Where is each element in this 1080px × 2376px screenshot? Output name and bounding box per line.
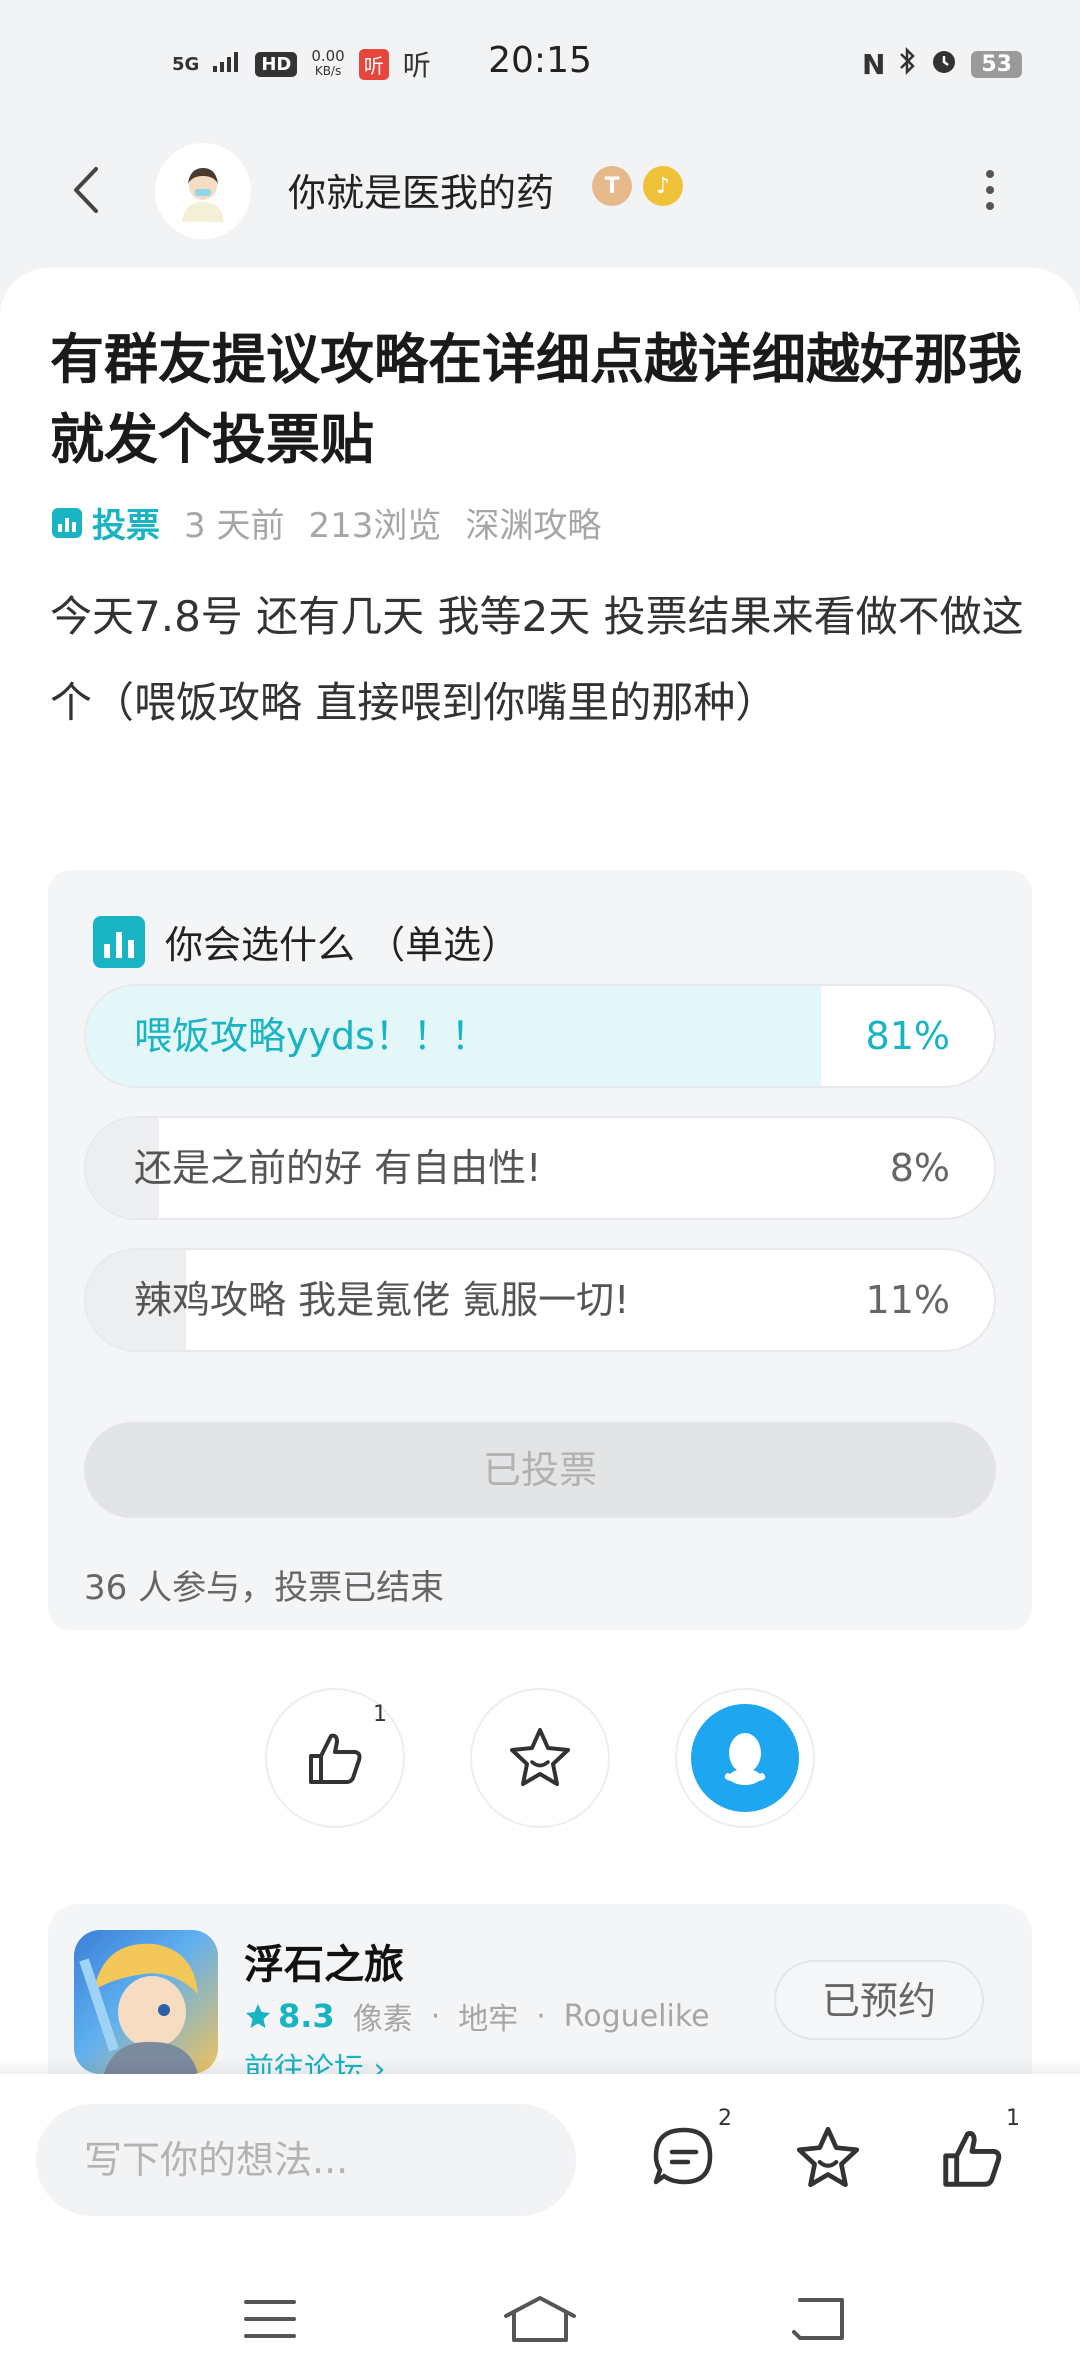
star-icon <box>796 2126 860 2188</box>
post-meta: 投票 3 天前 213浏览 深渊攻略 <box>52 498 601 547</box>
nav-back-button[interactable] <box>780 2284 860 2354</box>
poll-option[interactable]: 辣鸡攻略 我是氪佬 氪服一切! 11% <box>84 1248 996 1352</box>
poll-option[interactable]: 喂饭攻略yyds！！！ 81% <box>84 984 996 1088</box>
share-qq-button[interactable] <box>675 1688 815 1828</box>
vote-tag-label: 投票 <box>92 506 160 546</box>
game-tag: 地牢 <box>458 2002 519 2037</box>
comment-button[interactable]: 2 <box>644 2106 732 2198</box>
vote-tag[interactable]: 投票 <box>52 498 160 547</box>
poll-option-percent: 8% <box>889 1146 950 1190</box>
poll-card: 你会选什么 （单选） 喂饭攻略yyds！！！ 81% 还是之前的好 有自由性! … <box>48 870 1032 1630</box>
thumbs-up-icon <box>943 2131 1002 2187</box>
favorite-button[interactable] <box>470 1688 610 1828</box>
post-header: 你就是医我的药 T ♪ <box>0 140 1080 240</box>
medal-badge-icon: ♪ <box>643 166 683 206</box>
back-icon <box>792 2298 844 2340</box>
poll-tag-icon <box>52 507 82 538</box>
nav-menu-button[interactable] <box>230 2284 310 2354</box>
thumbs-up-icon <box>309 1733 362 1784</box>
game-name: 浮石之旅 <box>244 1942 404 1988</box>
bluetooth-icon <box>897 46 917 83</box>
menu-icon <box>244 2300 296 2338</box>
poll-option-percent: 81% <box>865 1014 950 1058</box>
bottom-bar-shadow <box>0 2058 1080 2074</box>
author-name[interactable]: 你就是医我的药 <box>288 162 554 217</box>
poll-option-label: 辣鸡攻略 我是氪佬 氪服一切! <box>134 1278 630 1322</box>
like-button-bottom[interactable]: 1 <box>932 2106 1020 2198</box>
star-icon <box>510 1728 570 1786</box>
nfc-icon: N <box>861 48 886 81</box>
poll-chart-icon <box>93 915 145 968</box>
post-title: 有群友提议攻略在详细点越详细越好那我就发个投票贴 <box>50 328 1022 471</box>
author-avatar[interactable] <box>155 143 251 239</box>
post-views: 213浏览 <box>308 506 442 546</box>
more-dot <box>986 170 994 178</box>
comment-icon <box>653 2127 713 2185</box>
post-body: 今天7.8号 还有几天 我等2天 投票结果来看做不做这个（喂饭攻略 直接喂到你嘴… <box>50 592 1024 727</box>
reserve-button[interactable]: 已预约 <box>774 1960 984 2040</box>
status-right: N 53 <box>862 46 1022 83</box>
comment-input[interactable]: 写下你的想法... <box>36 2104 576 2216</box>
more-dot <box>986 202 994 210</box>
battery-indicator: 53 <box>971 51 1022 78</box>
post-forum[interactable]: 深渊攻略 <box>465 498 601 547</box>
qq-icon <box>691 1704 799 1812</box>
post-card: 有群友提议攻略在详细点越详细越好那我就发个投票贴 投票 3 天前 213浏览 深… <box>0 268 1080 2104</box>
game-score-value: 8.3 <box>278 1997 335 2035</box>
post-time: 3 天前 <box>184 506 285 546</box>
bottom-bar: 写下你的想法... 2 1 <box>0 2058 1080 2376</box>
more-options-button[interactable] <box>965 160 1015 220</box>
comment-count: 2 <box>718 2106 732 2131</box>
home-icon <box>504 2296 576 2342</box>
favorite-button-bottom[interactable] <box>788 2118 868 2198</box>
like-count-bottom: 1 <box>1006 2106 1020 2131</box>
star-filled-icon <box>246 2004 270 2028</box>
game-app-icon <box>74 1930 218 2074</box>
poll-option-label: 喂饭攻略yyds！！！ <box>134 1014 489 1058</box>
game-info: 8.3 像素 · 地牢 · Roguelike <box>244 1994 710 2038</box>
poll-question: 你会选什么 （单选） <box>165 923 520 967</box>
alarm-icon <box>929 46 959 83</box>
poll-footer: 36 人参与，投票已结束 <box>84 1568 445 1608</box>
like-button[interactable]: 1 <box>265 1688 405 1828</box>
level-badge-icon: T <box>592 166 632 206</box>
poll-header: 你会选什么 （单选） <box>93 914 519 969</box>
chevron-left-icon <box>74 167 98 213</box>
poll-option-percent: 11% <box>865 1278 950 1322</box>
poll-option[interactable]: 还是之前的好 有自由性! 8% <box>84 1116 996 1220</box>
game-tag: Roguelike <box>563 1998 710 2034</box>
poll-option-label: 还是之前的好 有自由性! <box>134 1146 542 1190</box>
game-score: 8.3 <box>244 1997 335 2035</box>
back-button[interactable] <box>55 158 115 222</box>
system-nav-bar <box>0 2264 1080 2374</box>
game-tag-sep: · <box>536 1998 546 2034</box>
more-dot <box>986 186 994 194</box>
like-count: 1 <box>373 1702 387 1727</box>
game-tag-sep: · <box>430 1998 441 2034</box>
nav-home-button[interactable] <box>500 2284 580 2354</box>
game-tag: 像素 <box>352 2002 413 2037</box>
voted-button[interactable]: 已投票 <box>84 1422 996 1518</box>
status-bar: 5G HD 0.00 KB/s 听 听 20:15 N 53 <box>0 0 1080 130</box>
